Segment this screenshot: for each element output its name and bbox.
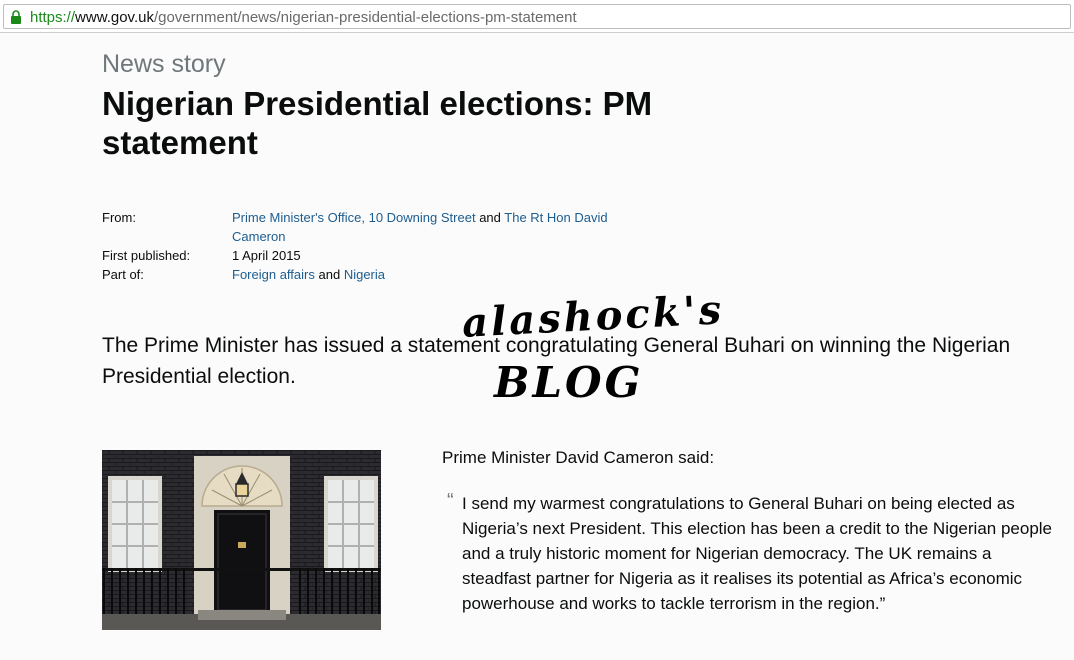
lock-icon [11,10,21,24]
url-host: www.gov.uk [75,9,154,26]
watermark-line2: BLOG [494,358,644,407]
quote-attribution: Prime Minister David Cameron said: [442,448,715,467]
url-field[interactable]: https://www.gov.uk/government/news/niger… [3,4,1071,29]
partof-link-foreign-affairs[interactable]: Foreign affairs [232,267,315,282]
page-title: Nigerian Presidential elections: PM stat… [102,85,653,161]
quote-open-mark: “ [447,490,454,512]
from-link-pmo[interactable]: Prime Minister's Office, 10 Downing Stre… [232,210,476,225]
url-scheme: https:// [30,9,76,26]
partof-value: Foreign affairs and Nigeria [232,265,632,284]
partof-and: and [318,267,341,282]
from-label: From: [102,210,136,225]
partof-label: Part of: [102,267,144,282]
quote-text: I send my warmest congratulations to Gen… [462,494,1053,613]
page-kicker: News story [102,50,226,78]
url-path: /government/news/nigerian-presidential-e… [153,9,577,26]
downing-street-photo [102,450,381,630]
partof-link-nigeria[interactable]: Nigeria [344,267,385,282]
url-text[interactable]: https://www.gov.uk/government/news/niger… [30,9,577,26]
from-value: Prime Minister's Office, 10 Downing Stre… [232,208,632,246]
from-and: and [479,210,501,225]
published-label: First published: [102,248,191,263]
browser-address-bar: https://www.gov.uk/government/news/niger… [0,0,1074,33]
published-value: 1 April 2015 [232,248,301,263]
